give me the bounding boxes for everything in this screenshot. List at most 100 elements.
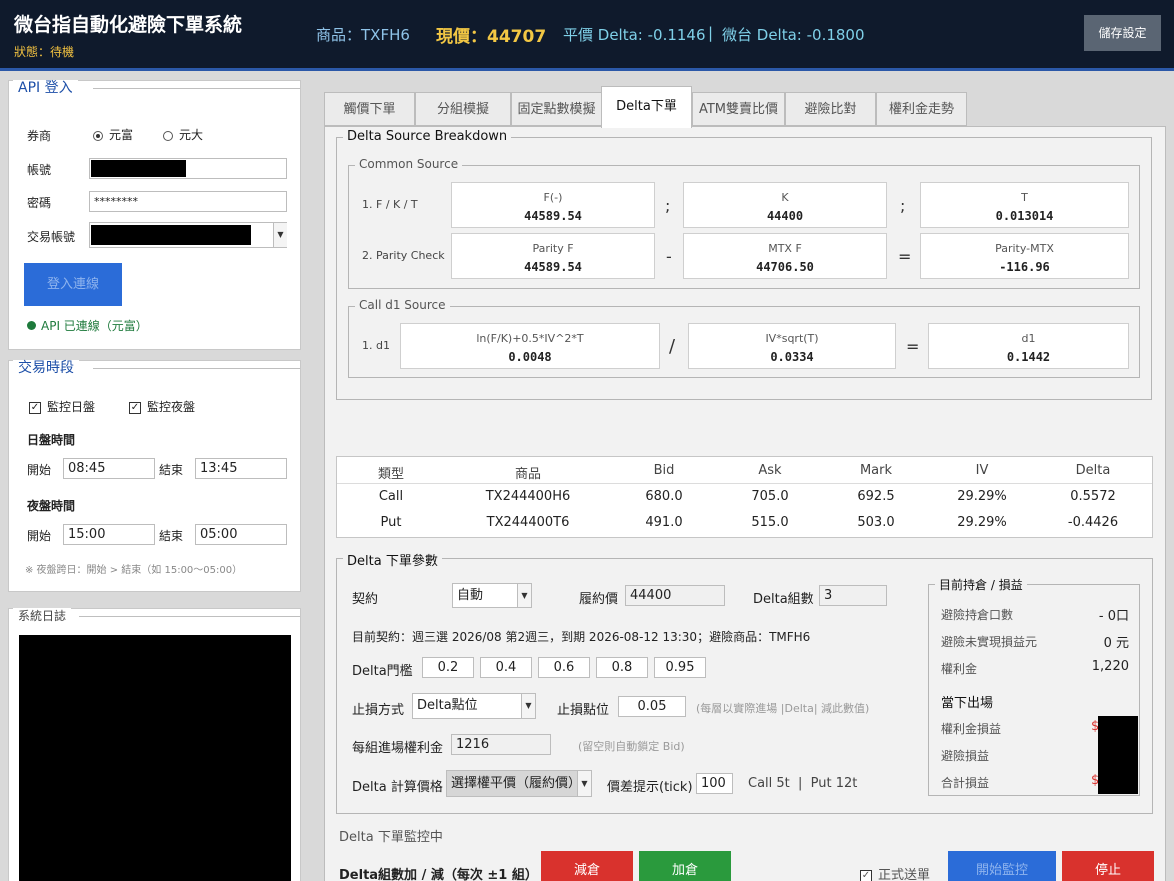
stop-button[interactable]: 停止 <box>1062 851 1154 881</box>
redacted-log-area[interactable] <box>19 635 291 881</box>
decrease-position-button[interactable]: 減倉 <box>541 851 633 881</box>
stop-method-select[interactable]: Delta點位 <box>412 693 536 719</box>
chevron-down-icon[interactable]: ▼ <box>517 584 531 607</box>
radio-selected-icon <box>93 130 103 141</box>
checkbox-checked-icon: ✓ <box>860 869 872 881</box>
calc-price-select[interactable]: 選擇權平價（履約價） <box>446 770 592 797</box>
value-cell-parity-mtx: Parity-MTX -116.96 <box>920 233 1129 279</box>
value-cell-parity-f: Parity F 44589.54 <box>451 233 655 279</box>
operator: = <box>906 337 920 356</box>
operator: / <box>669 336 676 357</box>
night-end-input[interactable]: 05:00 <box>195 524 287 545</box>
cell-value: 0.1442 <box>1006 350 1051 364</box>
common-source-title: Common Source <box>355 157 463 171</box>
order-params-title: Delta 下單參數 <box>343 550 442 569</box>
table-cell: 705.0 <box>751 489 789 504</box>
radio-icon <box>163 130 173 141</box>
night-start-input[interactable]: 15:00 <box>63 524 155 545</box>
password-input[interactable]: ******** <box>89 191 287 212</box>
value-cell-mtx-f: MTX F 44706.50 <box>683 233 887 279</box>
day-end-input[interactable]: 13:45 <box>195 458 287 479</box>
col-header-product: 商品 <box>514 467 541 482</box>
tab-hedge-compare[interactable]: 避險比對 <box>785 92 876 126</box>
strike-label: 履約價 <box>579 592 619 607</box>
tab-delta-order[interactable]: Delta下單 <box>601 86 692 128</box>
day-start-label: 開始 <box>27 463 52 477</box>
threshold-input[interactable]: 0.4 <box>480 657 532 678</box>
redacted-trade-account <box>91 225 251 245</box>
premium-label: 每組進場權利金 <box>352 741 444 756</box>
password-label: 密碼 <box>27 196 52 210</box>
unrealized-label: 避險未實現損益元 <box>941 635 1038 649</box>
cell-title: Parity-MTX <box>995 242 1054 255</box>
table-cell: 491.0 <box>645 515 683 530</box>
cell-title: ln(F/K)+0.5*IV^2*T <box>476 332 584 345</box>
stop-points-label: 止損點位 <box>557 703 610 718</box>
contract-label: 契約 <box>352 592 379 607</box>
live-order-label: 正式送單 <box>878 868 931 881</box>
parity-delta: 平價 Delta: -0.1146 <box>563 26 706 44</box>
chevron-down-icon[interactable]: ▼ <box>521 694 535 718</box>
tab-trigger-order[interactable]: 觸價下單 <box>324 92 415 126</box>
unrealized-value: 0 元 <box>1103 636 1129 651</box>
spread-label: 價差提示(tick) <box>607 780 693 795</box>
save-settings-button[interactable]: 儲存設定 <box>1084 15 1161 51</box>
app-header: 微台指自動化避險下單系統 狀態：待機 商品：TXFH6 現價：44707 平價 … <box>0 0 1174 71</box>
start-monitor-button[interactable]: 開始監控 <box>948 851 1056 881</box>
cell-title: MTX F <box>768 242 802 255</box>
table-cell: 692.5 <box>857 489 895 504</box>
api-login-title: API 登入 <box>13 80 78 96</box>
monitor-day-label: 監控日盤 <box>47 400 96 414</box>
chevron-down-icon[interactable]: ▼ <box>577 771 591 796</box>
broker-option-yuanta[interactable]: 元大 <box>163 126 203 143</box>
hedge-lots-label: 避險持倉口數 <box>941 608 1014 622</box>
calc-price-label: Delta 計算價格 <box>352 780 443 795</box>
table-cell: 29.29% <box>957 515 1007 530</box>
adjust-groups-label: Delta組數加 / 減（每次 ±1 組） <box>339 868 538 881</box>
table-cell: 0.5572 <box>1070 489 1116 504</box>
monitor-night-label: 監控夜盤 <box>147 400 196 414</box>
tab-group-sim[interactable]: 分組模擬 <box>415 92 511 126</box>
col-header-mark: Mark <box>859 463 893 478</box>
cell-value: 44400 <box>766 209 804 223</box>
threshold-input[interactable]: 0.6 <box>538 657 590 678</box>
monitor-status: Delta 下單監控中 <box>339 830 443 845</box>
groups-input[interactable]: 3 <box>819 585 887 606</box>
operator: = <box>898 247 912 266</box>
monitor-day-checkbox[interactable]: ✓ 監控日盤 <box>29 398 95 415</box>
position-premium-value: 1,220 <box>1091 659 1129 674</box>
position-title: 目前持倉 / 損益 <box>935 576 1027 593</box>
value-cell-d1: d1 0.1442 <box>928 323 1129 369</box>
cell-title: T <box>1021 191 1028 204</box>
premium-note: (留空則自動鎖定 Bid) <box>578 740 685 753</box>
value-cell-t: T 0.013014 <box>920 182 1129 228</box>
strike-input[interactable]: 44400 <box>625 585 725 606</box>
tab-atm-straddle[interactable]: ATM雙賣比價 <box>692 92 785 126</box>
stop-points-input[interactable]: 0.05 <box>618 696 686 717</box>
product-label: 商品：TXFH6 <box>316 26 410 44</box>
premium-input[interactable]: 1216 <box>451 734 551 755</box>
spread-input[interactable]: 100 <box>696 773 733 794</box>
login-button[interactable]: 登入連線 <box>24 263 122 306</box>
monitor-night-checkbox[interactable]: ✓ 監控夜盤 <box>129 398 195 415</box>
current-price: 現價：44707 <box>436 22 546 47</box>
live-order-checkbox[interactable]: ✓ 正式送單 <box>860 864 930 881</box>
delta-breakdown-title: Delta Source Breakdown <box>343 129 512 144</box>
increase-position-button[interactable]: 加倉 <box>639 851 731 881</box>
table-divider <box>337 483 1152 484</box>
table-cell: Put <box>380 515 402 530</box>
chevron-down-icon[interactable]: ▼ <box>273 223 287 247</box>
threshold-input[interactable]: 0.8 <box>596 657 648 678</box>
current-price-value: 44707 <box>487 27 547 47</box>
value-cell-f: F(-) 44589.54 <box>451 182 655 228</box>
threshold-input[interactable]: 0.2 <box>422 657 474 678</box>
trading-session-title: 交易時段 <box>13 360 79 376</box>
tab-premium-trend[interactable]: 權利金走勢 <box>876 92 967 126</box>
threshold-input[interactable]: 0.95 <box>654 657 706 678</box>
api-status-text: API 已連線（元富） <box>41 319 148 333</box>
cell-value: 44589.54 <box>524 260 582 274</box>
tab-fixed-points-sim[interactable]: 固定點數模擬 <box>511 92 602 126</box>
table-cell: 515.0 <box>751 515 789 530</box>
day-start-input[interactable]: 08:45 <box>63 458 155 479</box>
broker-option-yuanfu[interactable]: 元富 <box>93 126 133 143</box>
